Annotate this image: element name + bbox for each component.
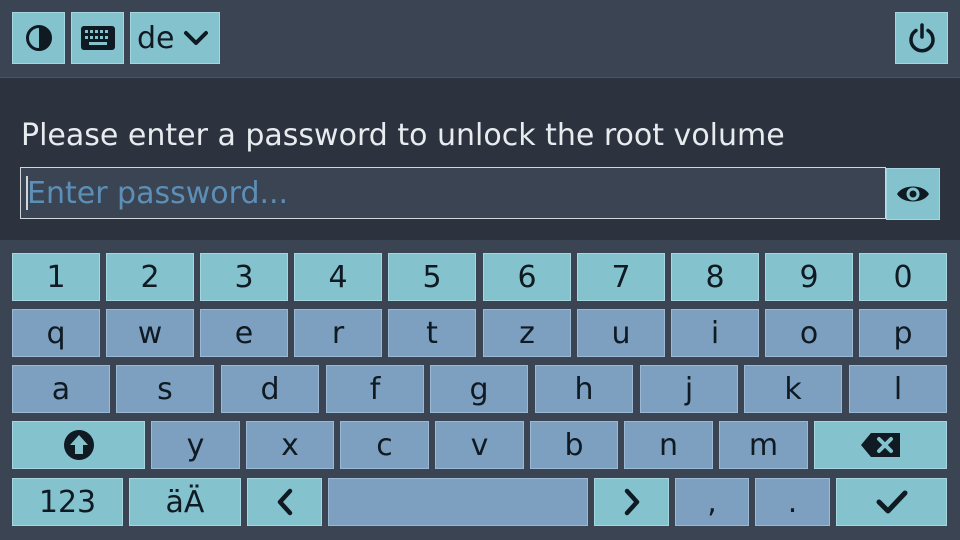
- eye-icon: [897, 186, 929, 202]
- key-e[interactable]: e: [200, 309, 288, 357]
- key-comma[interactable]: ,: [675, 478, 749, 526]
- key-3[interactable]: 3: [200, 253, 288, 301]
- shift-key[interactable]: [12, 421, 145, 469]
- key-b[interactable]: b: [530, 421, 618, 469]
- enter-key[interactable]: [836, 478, 947, 526]
- key-i[interactable]: i: [671, 309, 759, 357]
- key-9[interactable]: 9: [765, 253, 853, 301]
- key-w[interactable]: w: [106, 309, 194, 357]
- show-password-button[interactable]: [886, 168, 940, 220]
- key-c[interactable]: c: [340, 421, 429, 469]
- key-6[interactable]: 6: [483, 253, 571, 301]
- password-input[interactable]: [20, 167, 886, 219]
- key-1[interactable]: 1: [12, 253, 100, 301]
- keyboard-icon: [80, 26, 115, 50]
- power-icon: [908, 23, 935, 53]
- key-n[interactable]: n: [624, 421, 713, 469]
- contrast-icon: [25, 25, 52, 51]
- key-4[interactable]: 4: [294, 253, 382, 301]
- key-f[interactable]: f: [326, 365, 424, 413]
- key-y[interactable]: y: [151, 421, 240, 469]
- shift-icon: [63, 430, 94, 460]
- cursor-right-key[interactable]: [594, 478, 669, 526]
- key-h[interactable]: h: [535, 365, 633, 413]
- power-button[interactable]: [895, 12, 948, 64]
- numbers-key[interactable]: 123: [12, 478, 123, 526]
- key-z[interactable]: z: [483, 309, 571, 357]
- key-v[interactable]: v: [435, 421, 524, 469]
- contrast-toggle-button[interactable]: [12, 12, 65, 64]
- key-x[interactable]: x: [246, 421, 334, 469]
- chevron-left-icon: [277, 488, 292, 516]
- text-caret: [26, 176, 28, 210]
- chevron-right-icon: [624, 488, 639, 516]
- key-0[interactable]: 0: [859, 253, 947, 301]
- space-key[interactable]: [328, 478, 588, 526]
- checkmark-icon: [876, 490, 907, 514]
- key-j[interactable]: j: [640, 365, 738, 413]
- key-q[interactable]: q: [12, 309, 100, 357]
- key-t[interactable]: t: [388, 309, 476, 357]
- umlaut-key[interactable]: äÄ: [129, 478, 241, 526]
- key-d[interactable]: d: [221, 365, 319, 413]
- key-7[interactable]: 7: [577, 253, 665, 301]
- key-g[interactable]: g: [430, 365, 528, 413]
- key-l[interactable]: l: [849, 365, 947, 413]
- key-8[interactable]: 8: [671, 253, 759, 301]
- key-p[interactable]: p: [859, 309, 947, 357]
- language-value: de: [137, 20, 175, 56]
- backspace-icon: [860, 433, 900, 457]
- chevron-down-icon: [183, 31, 208, 45]
- top-bar: de: [0, 0, 960, 78]
- key-u[interactable]: u: [577, 309, 665, 357]
- language-select[interactable]: de: [130, 12, 220, 64]
- key-5[interactable]: 5: [388, 253, 476, 301]
- backspace-key[interactable]: [814, 421, 947, 469]
- key-a[interactable]: a: [12, 365, 110, 413]
- key-k[interactable]: k: [744, 365, 842, 413]
- key-s[interactable]: s: [116, 365, 214, 413]
- cursor-left-key[interactable]: [247, 478, 322, 526]
- key-m[interactable]: m: [719, 421, 808, 469]
- key-period[interactable]: .: [755, 478, 830, 526]
- key-r[interactable]: r: [294, 309, 382, 357]
- unlock-prompt: Please enter a password to unlock the ro…: [21, 118, 785, 153]
- keyboard-toggle-button[interactable]: [71, 12, 124, 64]
- key-o[interactable]: o: [765, 309, 853, 357]
- key-2[interactable]: 2: [106, 253, 194, 301]
